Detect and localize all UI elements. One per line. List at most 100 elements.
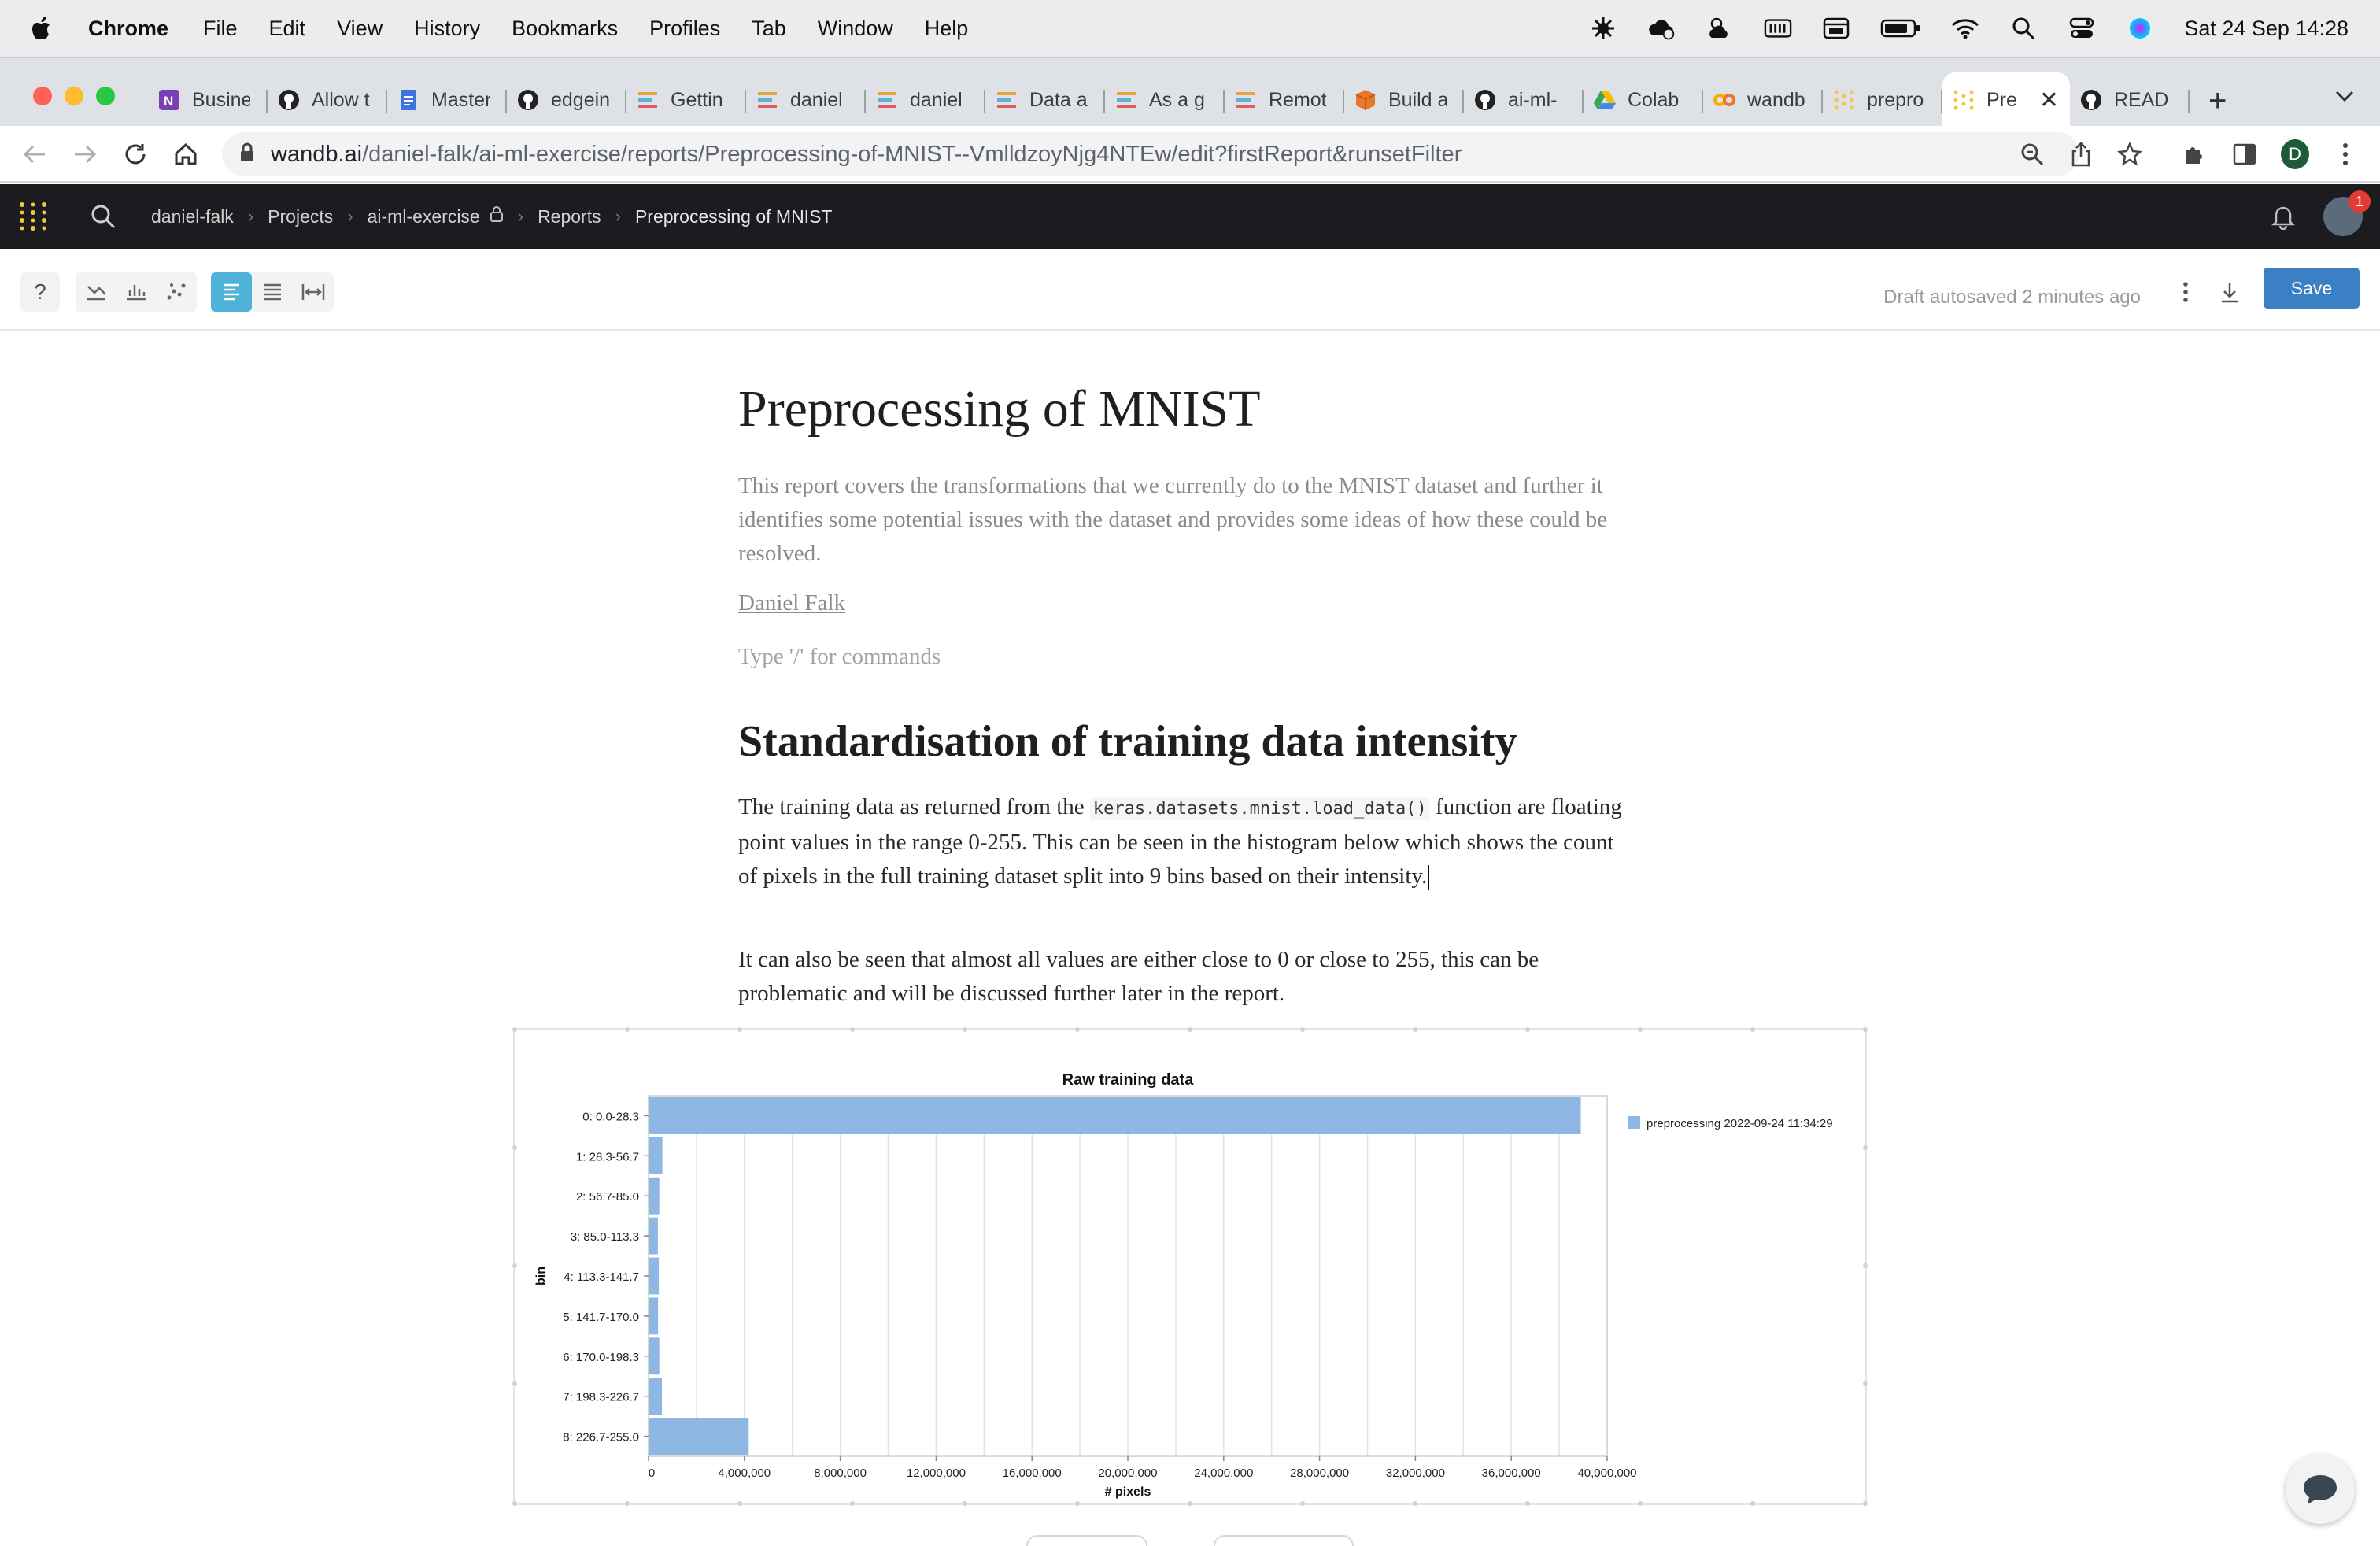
- menu-file[interactable]: File: [203, 17, 238, 41]
- save-button[interactable]: Save: [2264, 268, 2360, 309]
- breadcrumb-reports[interactable]: Reports: [538, 206, 601, 227]
- menu-history[interactable]: History: [414, 17, 480, 41]
- section-heading[interactable]: Standardisation of training data intensi…: [738, 716, 1517, 767]
- browser-menu-kebab-icon[interactable]: [2331, 140, 2360, 168]
- spotlight-search-icon[interactable]: [2009, 16, 2038, 41]
- extension-status-icon[interactable]: [1589, 16, 1617, 41]
- back-button[interactable]: [20, 140, 49, 168]
- menu-edit[interactable]: Edit: [269, 17, 306, 41]
- apple-icon[interactable]: [31, 16, 54, 41]
- resize-handle[interactable]: [963, 1501, 967, 1506]
- menu-tab[interactable]: Tab: [752, 17, 786, 41]
- download-icon[interactable]: [2212, 272, 2248, 312]
- extensions-puzzle-icon[interactable]: [2180, 140, 2208, 168]
- tab-close-icon[interactable]: ✕: [2039, 87, 2059, 114]
- zoom-icon[interactable]: [2018, 140, 2046, 168]
- window-close-button[interactable]: [33, 87, 52, 105]
- resize-handle[interactable]: [512, 1145, 517, 1150]
- resize-handle[interactable]: [1863, 1027, 1868, 1032]
- tab[interactable]: Build a: [1344, 72, 1464, 128]
- resize-handle[interactable]: [963, 1027, 967, 1032]
- resize-handle[interactable]: [512, 1501, 517, 1506]
- tab[interactable]: Data a: [985, 72, 1105, 128]
- keyboard-icon[interactable]: [1764, 16, 1792, 41]
- tab[interactable]: READ: [2070, 72, 2190, 128]
- tab[interactable]: Allow t: [268, 72, 387, 128]
- side-panel-icon[interactable]: [2230, 140, 2259, 168]
- resize-handle[interactable]: [512, 1381, 517, 1386]
- tab[interactable]: edgein: [507, 72, 626, 128]
- share-icon[interactable]: [2067, 140, 2095, 168]
- reload-button[interactable]: [121, 140, 150, 168]
- address-bar[interactable]: wandb.ai/daniel-falk/ai-ml-exercise/repo…: [222, 132, 2079, 176]
- resize-handle[interactable]: [1863, 1263, 1868, 1268]
- resize-handle[interactable]: [1075, 1501, 1080, 1506]
- report-description[interactable]: This report covers the transformations t…: [738, 469, 1635, 571]
- report-title[interactable]: Preprocessing of MNIST: [738, 379, 1261, 439]
- tab[interactable]: Colab: [1584, 72, 1703, 128]
- resize-handle[interactable]: [1075, 1027, 1080, 1032]
- report-more-kebab-icon[interactable]: [2168, 272, 2204, 312]
- tab-active[interactable]: Pre ✕: [1942, 72, 2070, 128]
- menu-window[interactable]: Window: [818, 17, 893, 41]
- resize-handle[interactable]: [1863, 1501, 1868, 1506]
- chart-panel[interactable]: Raw training data 0: 0.0-28.3 1: 28.3-56.7…: [512, 1027, 1868, 1506]
- resize-handle[interactable]: [1300, 1501, 1305, 1506]
- tab[interactable]: ai-ml-: [1464, 72, 1584, 128]
- resize-handle[interactable]: [1300, 1027, 1305, 1032]
- menu-view[interactable]: View: [337, 17, 382, 41]
- resize-handle[interactable]: [1750, 1501, 1755, 1506]
- new-tab-button[interactable]: +: [2208, 85, 2227, 117]
- breadcrumb-projects[interactable]: Projects: [268, 206, 333, 227]
- breadcrumb-entity[interactable]: daniel-falk: [151, 206, 234, 227]
- tab-search-chevron-icon[interactable]: [2334, 90, 2355, 106]
- resize-handle[interactable]: [850, 1027, 855, 1032]
- menu-app-name[interactable]: Chrome: [88, 17, 168, 41]
- siri-icon[interactable]: [2126, 16, 2154, 41]
- paragraph-observation[interactable]: It can also be seen that almost all valu…: [738, 943, 1635, 1011]
- report-author-link[interactable]: Daniel Falk: [738, 590, 845, 616]
- resize-handle[interactable]: [1525, 1027, 1530, 1032]
- resize-handle[interactable]: [1863, 1381, 1868, 1386]
- lock-icon[interactable]: [239, 142, 255, 167]
- bookmark-star-icon[interactable]: [2116, 140, 2144, 168]
- resize-handle[interactable]: [1188, 1501, 1192, 1506]
- tab[interactable]: Remot: [1225, 72, 1344, 128]
- chat-support-icon[interactable]: [2286, 1455, 2355, 1524]
- resize-handle[interactable]: [1413, 1027, 1417, 1032]
- resize-handle[interactable]: [737, 1027, 742, 1032]
- full-width-icon[interactable]: [293, 272, 334, 312]
- breadcrumb-current-report[interactable]: Preprocessing of MNIST: [635, 206, 833, 227]
- resize-handle[interactable]: [1863, 1145, 1868, 1150]
- forward-button[interactable]: [71, 140, 99, 168]
- align-left-icon[interactable]: [211, 272, 252, 312]
- align-justify-icon[interactable]: [252, 272, 293, 312]
- help-button[interactable]: ?: [20, 272, 60, 312]
- command-placeholder[interactable]: Type '/' for commands: [738, 644, 941, 670]
- resize-handle[interactable]: [1413, 1501, 1417, 1506]
- tab[interactable]: Gettin: [626, 72, 746, 128]
- tab[interactable]: wandb: [1703, 72, 1823, 128]
- insert-bar-chart-icon[interactable]: [116, 272, 156, 312]
- insert-line-plot-icon[interactable]: [76, 272, 116, 312]
- window-zoom-button[interactable]: [96, 87, 115, 105]
- tab[interactable]: prepro: [1823, 72, 1942, 128]
- resize-handle[interactable]: [1525, 1501, 1530, 1506]
- address-url[interactable]: wandb.ai/daniel-falk/ai-ml-exercise/repo…: [271, 142, 1462, 168]
- notification-bell-icon[interactable]: [2270, 203, 2297, 231]
- resize-handle[interactable]: [1750, 1027, 1755, 1032]
- breadcrumb-project[interactable]: ai-ml-exercise: [368, 206, 480, 227]
- panel-action-pill[interactable]: [1026, 1535, 1148, 1546]
- tab[interactable]: As a g: [1105, 72, 1225, 128]
- menu-bookmarks[interactable]: Bookmarks: [512, 17, 618, 41]
- resize-handle[interactable]: [512, 1263, 517, 1268]
- tab[interactable]: N Busine: [148, 72, 268, 128]
- tab[interactable]: Master: [387, 72, 507, 128]
- wifi-icon[interactable]: [1951, 16, 1979, 41]
- resize-handle[interactable]: [1638, 1027, 1643, 1032]
- panel-action-pill[interactable]: [1214, 1535, 1354, 1546]
- battery-icon[interactable]: [1880, 16, 1921, 41]
- weather-icon[interactable]: [1706, 16, 1734, 41]
- resize-handle[interactable]: [1638, 1501, 1643, 1506]
- resize-handle[interactable]: [625, 1501, 630, 1506]
